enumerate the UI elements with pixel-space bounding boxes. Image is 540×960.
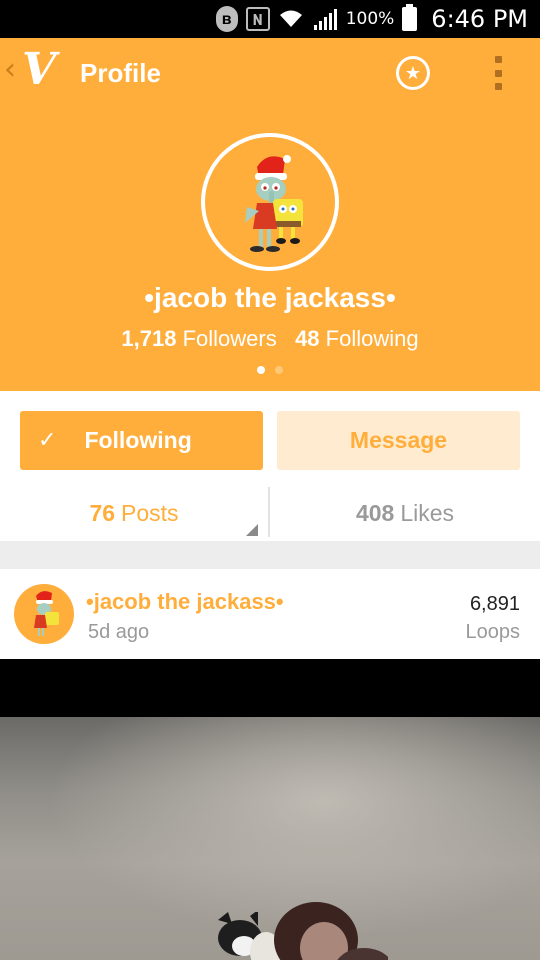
profile-actions: ✓ Following Message 76 Posts 408 Likes [0,391,540,541]
likes-label: Likes [400,499,455,526]
more-vert-icon[interactable] [490,56,506,90]
battery-icon [402,4,418,31]
status-bar: ʙ N 100% 6:46 PM [0,0,540,38]
profile-username: •jacob the jackass• [144,282,396,313]
nfc-icon: N [245,7,270,31]
followers-count: 1,718 [121,326,177,351]
star-icon[interactable]: ★ [396,56,430,90]
check-icon: ✓ [38,428,57,453]
bluetooth-icon: ʙ [215,6,238,32]
signal-icon [312,6,338,32]
message-button-label: Message [349,427,448,453]
following-label: Following [325,326,419,351]
dropdown-corner-icon [246,524,258,536]
clock: 6:46 PM [431,5,528,33]
loops-label: Loops [465,621,521,643]
tab-posts[interactable]: 76 Posts [0,487,268,539]
loops-count: 6,891 [469,593,520,615]
likes-count: 408 [355,499,395,526]
vine-logo[interactable]: V [22,48,56,92]
followers-link[interactable]: 1,718 Followers [121,326,276,351]
app-screen: ʙ N 100% 6:46 PM ‹ V Profile ★ •jacob th… [0,0,540,960]
post-username[interactable]: •jacob the jackass• [86,589,284,615]
profile-header: ‹ V Profile ★ •jacob the jackass• 1,718 … [0,38,540,391]
posts-label: Posts [121,499,179,526]
section-divider [0,541,540,569]
following-link[interactable]: 48 Following [295,326,419,351]
followers-label: Followers [182,326,277,351]
video-letterbox [0,659,540,717]
post-header: •jacob the jackass• 5d ago 6,891 Loops [0,569,540,659]
person-image [274,902,388,960]
message-button[interactable]: Message [277,411,520,470]
following-button-label: Following [84,427,192,453]
following-button[interactable]: ✓ Following [20,411,263,470]
page-dot-active [257,366,265,374]
profile-avatar[interactable] [201,133,339,271]
following-count: 48 [295,326,320,351]
wifi-icon [278,6,304,32]
post-avatar[interactable] [14,584,74,644]
video-player[interactable] [0,717,540,960]
action-bar: ‹ V Profile ★ [0,38,540,110]
chevron-left-icon[interactable]: ‹ [4,52,16,87]
post-timestamp: 5d ago [88,621,150,643]
posts-count: 76 [89,499,116,526]
tab-likes[interactable]: 408 Likes [271,487,539,539]
page-title: Profile [80,58,161,88]
battery-percentage: 100% [345,9,395,29]
page-dot [275,366,283,374]
page-indicator [0,366,540,374]
follow-stats: 1,718 Followers 48 Following [0,326,540,352]
tab-divider [268,487,270,537]
